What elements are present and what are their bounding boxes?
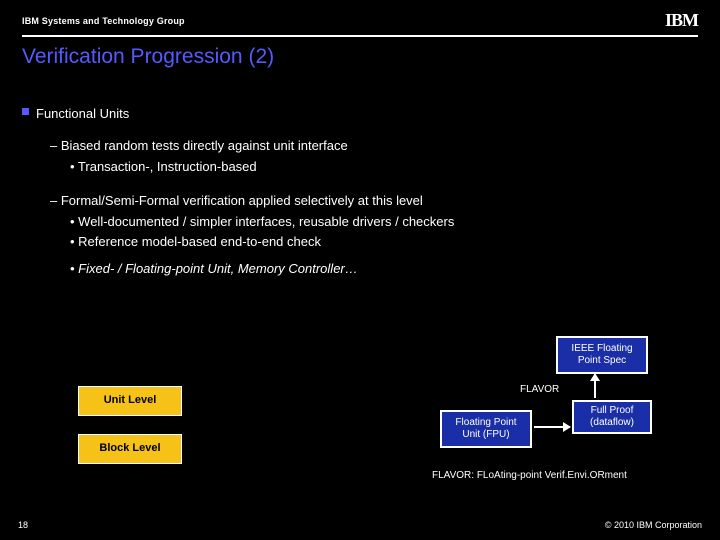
box-full-proof: Full Proof (dataflow) — [572, 400, 652, 434]
bullet-sub-biased: – Biased random tests directly against u… — [22, 137, 698, 155]
ibm-logo: IBM — [665, 10, 698, 31]
copyright: © 2010 IBM Corporation — [605, 520, 702, 530]
slide-title: Verification Progression (2) — [0, 37, 720, 69]
footer: 18 © 2010 IBM Corporation — [18, 520, 702, 530]
bullet-sub-fixed: • Fixed- / Floating-point Unit, Memory C… — [22, 260, 698, 278]
bullet-sub-documented: • Well-documented / simpler interfaces, … — [22, 213, 698, 231]
label-flavor: FLAVOR — [520, 384, 559, 395]
bullet-sub-reference: • Reference model-based end-to-end check — [22, 233, 698, 251]
arrow-fpu-fullproof — [534, 426, 570, 428]
bullet-main: Functional Units — [22, 105, 698, 123]
box-ieee-spec: IEEE Floating Point Spec — [556, 336, 648, 374]
bullet-sub-transaction: • Transaction-, Instruction-based — [22, 158, 698, 176]
box-fpu: Floating Point Unit (FPU) — [440, 410, 532, 448]
bullet-sub-formal: – Formal/Semi-Formal verification applie… — [22, 192, 698, 210]
box-block-level: Block Level — [78, 434, 182, 464]
arrow-ieee-to-flavor — [594, 374, 596, 398]
group-name: IBM Systems and Technology Group — [22, 16, 185, 26]
slide-content: Functional Units – Biased random tests d… — [0, 69, 720, 278]
flavor-footnote: FLAVOR: FLoAting-point Verif.Envi.ORment — [432, 470, 627, 481]
page-number: 18 — [18, 520, 28, 530]
box-unit-level: Unit Level — [78, 386, 182, 416]
diagram-area: IEEE Floating Point Spec Unit Level Bloc… — [0, 328, 720, 498]
